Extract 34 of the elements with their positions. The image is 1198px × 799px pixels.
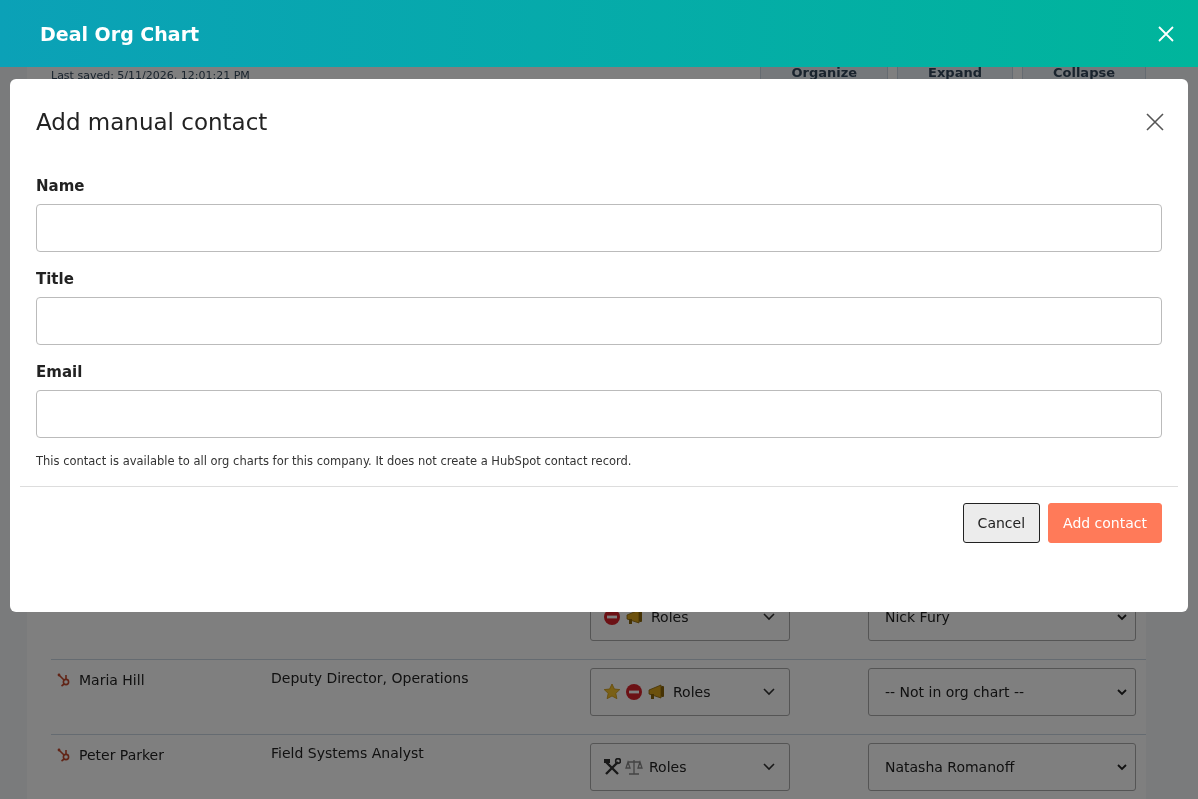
dialog-title: Add manual contact (36, 109, 268, 135)
contact-name: Peter Parker (79, 747, 164, 763)
window-title: Deal Org Chart (40, 22, 200, 45)
chevron-icon (1117, 613, 1127, 621)
chevron-icon (763, 613, 775, 621)
field-label: Email (36, 363, 84, 381)
field-label: Name (36, 177, 86, 195)
reports-to-select[interactable]: Natasha Romanoff (868, 743, 1136, 791)
tools-icon (603, 758, 621, 776)
last-saved-text: Last saved: 5/11/2026, 12:01:21 PM (51, 69, 250, 82)
field-label: Title (36, 270, 75, 288)
roles-dropdown[interactable]: Roles (590, 743, 790, 791)
close-icon[interactable] (1146, 113, 1164, 131)
add-contact-button[interactable]: Add contact (1048, 503, 1162, 543)
star-icon (603, 683, 621, 701)
contact-title: Field Systems Analyst (271, 745, 424, 761)
chevron-icon (763, 688, 775, 696)
input-field[interactable] (36, 204, 1162, 252)
contact-title: Deputy Director, Operations (271, 670, 469, 686)
sprocket-icon (57, 748, 71, 762)
megaphone-icon (647, 683, 667, 701)
input-field[interactable] (36, 390, 1162, 438)
reports-to-select[interactable]: -- Not in org chart -- (868, 668, 1136, 716)
cancel-button[interactable]: Cancel (962, 503, 1041, 543)
chevron-icon (1117, 763, 1127, 771)
sprocket-icon (57, 673, 71, 687)
no-entry-icon (625, 683, 643, 701)
chevron-icon (1117, 688, 1127, 696)
input-field[interactable] (36, 297, 1162, 345)
scales-icon (625, 758, 643, 776)
contact-name: Maria Hill (79, 672, 145, 688)
roles-dropdown[interactable]: Roles (590, 668, 790, 716)
info-text: This contact is available to all org charts for this company. It does not create a HubSpot contact record. (36, 454, 633, 468)
chevron-icon (763, 763, 775, 771)
